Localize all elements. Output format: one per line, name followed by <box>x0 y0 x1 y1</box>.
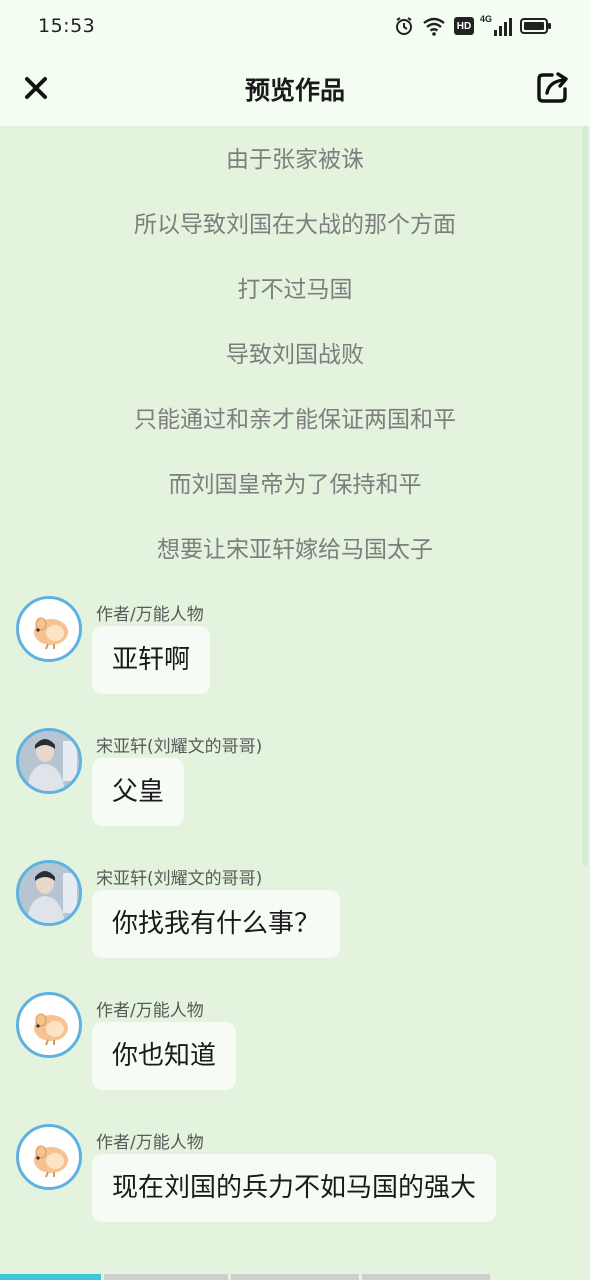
message-bubble: 你也知道 <box>92 1022 237 1090</box>
status-bar: 15:53 HD 4G <box>0 0 590 52</box>
progress-segment <box>231 1274 359 1280</box>
status-icons: HD 4G <box>394 14 552 36</box>
photo-avatar[interactable] <box>16 728 82 794</box>
progress-segment <box>362 1274 490 1280</box>
hamster-icon <box>34 1145 68 1178</box>
person-photo-icon <box>19 731 79 791</box>
battery-icon <box>520 18 551 34</box>
network-type-label: 4G <box>480 14 493 24</box>
photo-avatar[interactable] <box>16 860 82 926</box>
sender-name: 作者/万能人物 <box>96 605 204 625</box>
narration-line: 而刘国皇帝为了保持和平 <box>168 472 422 498</box>
narration-line: 所以导致刘国在大战的那个方面 <box>134 212 456 238</box>
hamster-icon <box>34 617 68 650</box>
sender-name: 作者/万能人物 <box>96 1001 204 1021</box>
signal-4g-icon: 4G <box>480 14 512 36</box>
hamster-icon <box>34 1013 68 1046</box>
hamster-avatar[interactable] <box>16 1124 82 1190</box>
progress-segment <box>0 1274 101 1280</box>
message-bubble: 你找我有什么事？ <box>92 890 341 958</box>
sender-name: 宋亚轩(刘耀文的哥哥) <box>96 737 263 757</box>
share-icon <box>537 72 568 103</box>
hamster-avatar[interactable] <box>16 992 82 1058</box>
message-bubble: 现在刘国的兵力不如马国的强大 <box>92 1154 496 1222</box>
message-bubble: 父皇 <box>92 758 185 826</box>
header-bar: 预览作品 <box>0 52 590 126</box>
narration-line: 由于张家被诛 <box>226 147 364 173</box>
sender-name: 宋亚轩(刘耀文的哥哥) <box>96 869 263 889</box>
person-photo-icon <box>19 863 79 923</box>
sender-name: 作者/万能人物 <box>96 1133 204 1153</box>
message-bubble: 亚轩啊 <box>92 626 211 694</box>
narration-line: 只能通过和亲才能保证两国和平 <box>134 407 456 433</box>
narration-line: 打不过马国 <box>237 277 353 303</box>
scrollbar[interactable] <box>582 126 588 866</box>
story-progress-bar <box>0 1274 590 1280</box>
hamster-avatar[interactable] <box>16 596 82 662</box>
story-content[interactable]: 由于张家被诛 所以导致刘国在大战的那个方面 打不过马国 导致刘国战败 只能通过和… <box>0 126 590 1274</box>
narration-line: 导致刘国战败 <box>226 342 364 368</box>
hd-icon: HD <box>454 17 474 35</box>
share-button[interactable] <box>534 68 572 106</box>
page-title: 预览作品 <box>244 76 345 105</box>
progress-segment <box>104 1274 228 1280</box>
status-time: 15:53 <box>38 15 96 37</box>
narration-line: 想要让宋亚轩嫁给马国太子 <box>157 537 433 563</box>
close-button[interactable] <box>20 72 52 104</box>
close-icon <box>25 77 47 99</box>
alarm-icon <box>396 17 412 35</box>
wifi-icon <box>423 17 445 36</box>
